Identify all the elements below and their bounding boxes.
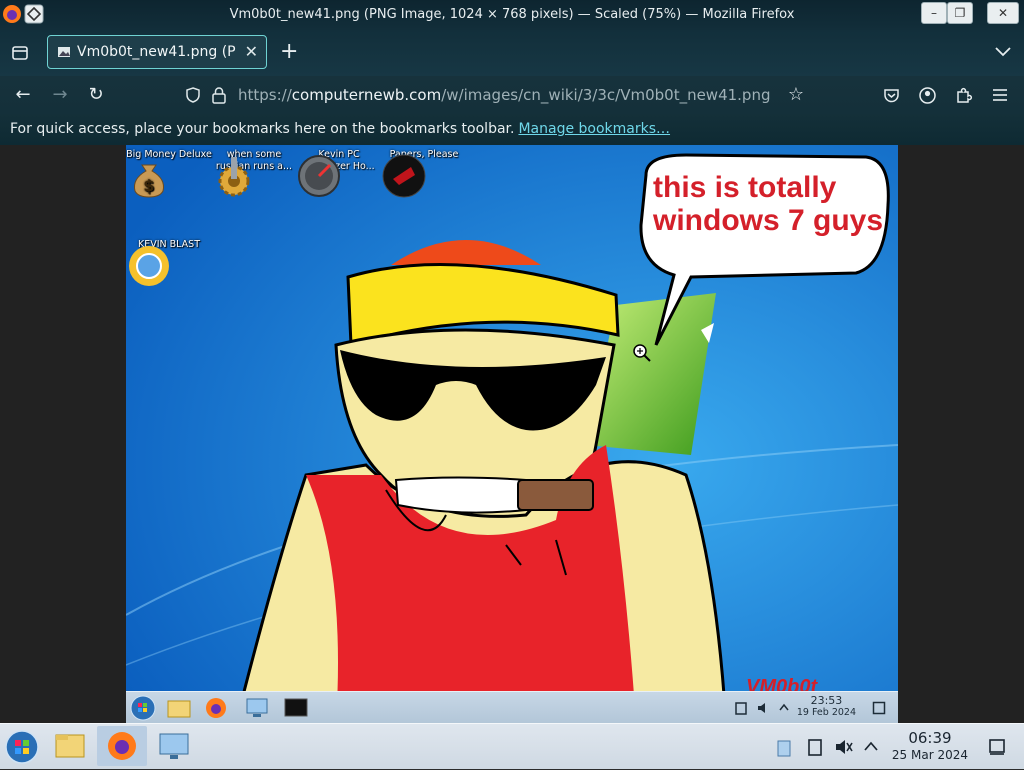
papers-please-icon <box>382 154 426 198</box>
maximize-button[interactable]: ❐ <box>947 2 973 24</box>
hamburger-menu-icon[interactable] <box>991 87 1009 103</box>
image-terminal-icon <box>284 698 308 717</box>
clock-time: 06:39 <box>908 729 952 747</box>
close-button[interactable]: ✕ <box>987 2 1019 24</box>
speech-line-2: windows 7 guys <box>652 204 883 237</box>
window-title: Vm0b0t_new41.png (PNG Image, 1024 × 768 … <box>229 7 795 22</box>
image-firefox-icon <box>206 698 226 718</box>
gear-icon <box>218 157 250 197</box>
desktop-icon-kevin-optimizer[interactable]: Kevin PC Optimizer Ho... <box>296 149 382 197</box>
sun-globe-icon <box>129 246 169 286</box>
window-titlebar: Vm0b0t_new41.png (PNG Image, 1024 × 768 … <box>0 0 1024 30</box>
image-show-desktop-icon <box>872 701 886 715</box>
tray-expand-chevron-icon[interactable] <box>863 740 879 752</box>
image-network-icon <box>246 698 268 717</box>
start-button[interactable] <box>0 726 44 766</box>
desktop-icon-russian-gear[interactable]: when some russian runs a... <box>211 149 297 197</box>
network-monitor-icon <box>159 733 189 759</box>
url-field[interactable]: https://computernewb.com/w/images/cn_wik… <box>238 86 770 104</box>
taskbar-file-manager[interactable] <box>48 726 92 766</box>
restore-icon: ❐ <box>954 6 966 20</box>
minimize-button[interactable]: – <box>921 2 947 24</box>
taskbar-network-app[interactable] <box>152 726 196 766</box>
image-tray-chevron-icon <box>779 703 789 711</box>
tab-bar: Vm0b0t_new41.png (PNG Image, 1024 × 768 … <box>0 30 1024 76</box>
speech-line-1: this is totally <box>653 171 837 204</box>
back-button[interactable]: ← <box>12 84 34 106</box>
show-desktop-icon[interactable] <box>988 738 1006 756</box>
new-tab-button[interactable]: + <box>280 41 298 63</box>
pocket-icon[interactable] <box>882 86 901 105</box>
desktop-icon-papers-please[interactable]: Papers, Please <box>381 149 467 198</box>
tray-clipboard-icon[interactable] <box>806 737 824 757</box>
firefox-taskbar-icon <box>108 732 136 760</box>
minimize-icon: – <box>931 6 937 20</box>
tab-overflow-chevron-icon[interactable] <box>993 45 1013 59</box>
image-taskbar: 23:53 19 Feb 2024 <box>126 691 898 723</box>
tab-close-icon[interactable]: ✕ <box>245 42 258 61</box>
image-folder-icon <box>167 700 191 718</box>
tray-mute-icon[interactable] <box>834 737 854 757</box>
image-clock-time: 23:53 <box>810 694 843 707</box>
back-arrow-icon: ← <box>15 84 31 105</box>
tab-label: Vm0b0t_new41.png (PNG Image, 1024 × 768 … <box>77 44 237 60</box>
bookmarks-hint-text: For quick access, place your bookmarks h… <box>10 121 515 137</box>
forward-arrow-icon: → <box>52 84 68 105</box>
tracking-shield-icon[interactable] <box>184 86 202 104</box>
close-icon: ✕ <box>997 6 1009 20</box>
url-scheme: https:// <box>238 86 292 104</box>
star-icon: ☆ <box>787 84 805 105</box>
image-file-icon <box>58 47 70 57</box>
url-host: computernewb.com <box>291 86 442 104</box>
lock-icon[interactable] <box>211 86 227 104</box>
page-viewport: this is totally windows 7 guys VM0b0t $ … <box>0 145 1024 723</box>
svg-text:$: $ <box>143 176 154 195</box>
bookmarks-toolbar: For quick access, place your bookmarks h… <box>0 114 1024 145</box>
manage-bookmarks-link[interactable]: Manage bookmarks… <box>518 121 670 137</box>
forward-button[interactable]: → <box>49 84 71 106</box>
extensions-puzzle-icon[interactable] <box>954 86 973 105</box>
account-icon[interactable] <box>918 86 937 105</box>
clock-date: 25 Mar 2024 <box>891 748 968 762</box>
meme-artwork: this is totally windows 7 guys VM0b0t <box>126 145 898 723</box>
taskbar-clock[interactable]: 06:39 25 Mar 2024 <box>892 731 968 763</box>
bookmark-star-button[interactable]: ☆ <box>785 84 807 106</box>
desktop-icon-big-money[interactable]: $ Big Money Deluxe <box>126 149 212 198</box>
plus-icon: + <box>280 39 299 64</box>
folder-icon <box>55 734 85 758</box>
system-taskbar: 06:39 25 Mar 2024 <box>0 723 1024 769</box>
image-clock-date: 19 Feb 2024 <box>796 707 856 718</box>
tray-usb-icon[interactable] <box>775 736 793 758</box>
url-path: /w/images/cn_wiki/3/3c/Vm0b0t_new41.png <box>441 86 771 104</box>
desktop-icon-kevin-blast[interactable]: KEVIN BLAST <box>126 239 212 286</box>
image-start-orb-icon <box>130 695 156 721</box>
money-bag-icon: $ <box>134 164 164 198</box>
reload-icon: ↻ <box>88 84 104 105</box>
reload-button[interactable]: ↻ <box>85 84 107 106</box>
navigation-toolbar: ← → ↻ https://computernewb.com/w/images/… <box>0 76 1024 114</box>
image-clock: 23:53 19 Feb 2024 <box>797 695 856 719</box>
start-orb-icon <box>5 730 39 764</box>
image-clipboard-icon <box>735 702 747 715</box>
taskbar-firefox[interactable] <box>97 726 147 766</box>
speedometer-icon <box>298 155 340 197</box>
displayed-image[interactable]: this is totally windows 7 guys VM0b0t $ … <box>126 145 898 723</box>
image-mute-icon <box>758 703 765 713</box>
list-all-tabs-icon[interactable] <box>10 43 30 63</box>
tab-active[interactable]: Vm0b0t_new41.png (PNG Image, 1024 × 768 … <box>47 35 267 69</box>
